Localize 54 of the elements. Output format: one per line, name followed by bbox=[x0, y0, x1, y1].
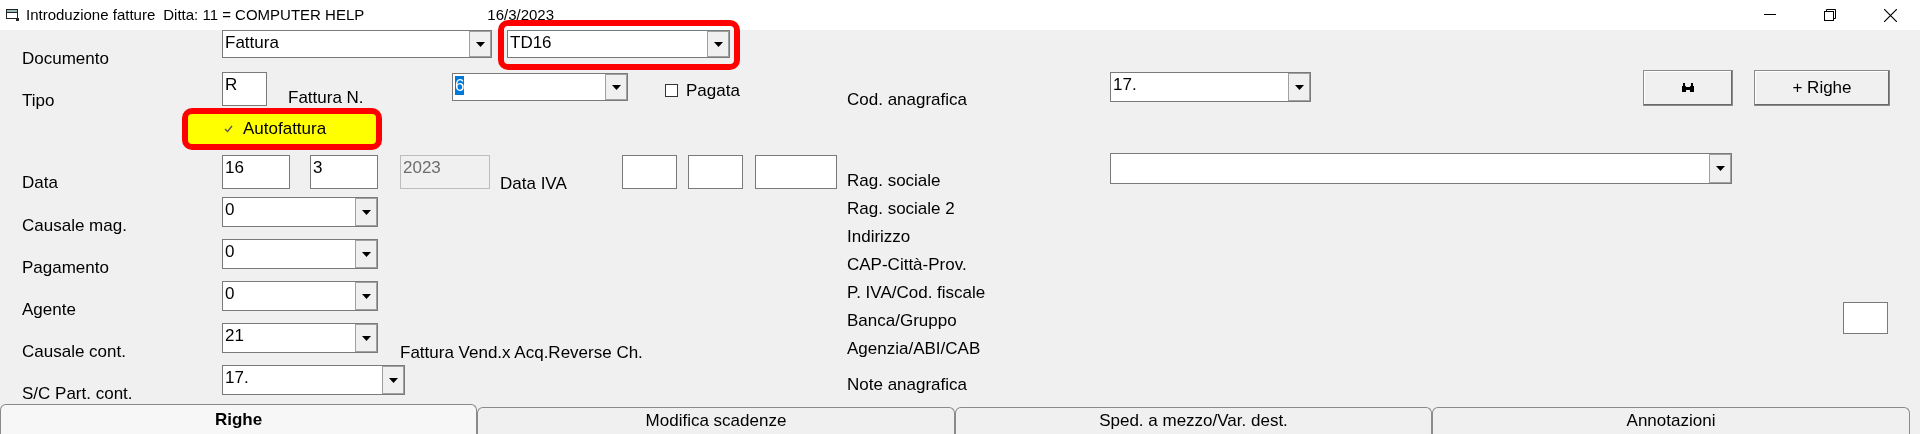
text-field[interactable]: R bbox=[222, 72, 267, 106]
field-label: Data IVA bbox=[500, 173, 567, 195]
field-label: Indirizzo bbox=[847, 226, 911, 248]
minimize-icon bbox=[1764, 14, 1776, 16]
field-label: Causale mag. bbox=[22, 215, 127, 237]
description-text: Fattura Vend.x Acq.Reverse Ch. bbox=[400, 342, 643, 364]
field-label: S/C Part. cont. bbox=[22, 383, 133, 405]
tab[interactable]: Righe bbox=[0, 404, 477, 434]
window-title: Introduzione fatture bbox=[26, 4, 156, 25]
window-date: 16/3/2023 bbox=[487, 4, 555, 25]
field-label: Causale cont. bbox=[22, 341, 126, 363]
binoculars-icon bbox=[1681, 83, 1695, 93]
field-label: Documento bbox=[22, 48, 109, 70]
text-field[interactable]: 16 bbox=[222, 155, 290, 189]
field-label: P. IVA/Cod. fiscale bbox=[847, 282, 986, 304]
field-label: Agente bbox=[22, 299, 76, 321]
dropdown-field[interactable]: TD16 bbox=[507, 30, 730, 58]
text-field[interactable]: 3 bbox=[310, 155, 378, 189]
dropdown-field[interactable]: 17. bbox=[1110, 72, 1311, 102]
dropdown-field[interactable]: 0 bbox=[222, 239, 378, 269]
text-field[interactable] bbox=[688, 155, 743, 189]
text-field[interactable] bbox=[755, 155, 837, 189]
field-label: Pagata bbox=[686, 80, 740, 102]
field-label: Rag. sociale bbox=[847, 170, 941, 192]
field-label: Agenzia/ABI/CAB bbox=[847, 338, 981, 360]
dropdown-field[interactable]: 0 bbox=[222, 281, 378, 311]
field-label: Pagamento bbox=[22, 257, 109, 279]
field-label: Note anagrafica bbox=[847, 374, 968, 396]
tab[interactable]: Annotazioni bbox=[1432, 407, 1910, 434]
dropdown-field[interactable]: 21 bbox=[222, 323, 378, 353]
binoculars-button[interactable] bbox=[1643, 70, 1733, 106]
text-field[interactable] bbox=[622, 155, 677, 189]
field-label: Data bbox=[22, 172, 58, 194]
field-label: CAP-Città-Prov. bbox=[847, 254, 967, 276]
dropdown-field[interactable]: 17. bbox=[222, 365, 405, 395]
window-icon bbox=[6, 8, 20, 22]
dropdown-field[interactable]: 6 bbox=[452, 73, 628, 101]
tab[interactable]: Sped. a mezzo/Var. dest. bbox=[955, 407, 1432, 434]
field-label: Banca/Gruppo bbox=[847, 310, 957, 332]
restore-icon bbox=[1824, 9, 1836, 21]
company-name: Ditta: 11 = COMPUTER HELP bbox=[163, 4, 365, 25]
field-label: Rag. sociale 2 bbox=[847, 198, 955, 220]
close-icon bbox=[1883, 8, 1897, 22]
field-label: Tipo bbox=[22, 90, 55, 112]
field-label: Cod. anagrafica bbox=[847, 89, 968, 111]
dropdown-field[interactable]: 0 bbox=[222, 197, 378, 227]
text-field[interactable] bbox=[1843, 302, 1888, 334]
dropdown-field[interactable] bbox=[1110, 153, 1732, 184]
field-label: Fattura N. bbox=[288, 87, 364, 109]
checkbox[interactable] bbox=[665, 84, 678, 97]
dropdown-field[interactable]: Fattura bbox=[222, 30, 492, 58]
add-rows-button[interactable]: + Righe bbox=[1754, 70, 1890, 106]
tab[interactable]: Modifica scadenze bbox=[477, 407, 955, 434]
autofattura-checkbox[interactable]: Autofattura bbox=[182, 108, 382, 150]
